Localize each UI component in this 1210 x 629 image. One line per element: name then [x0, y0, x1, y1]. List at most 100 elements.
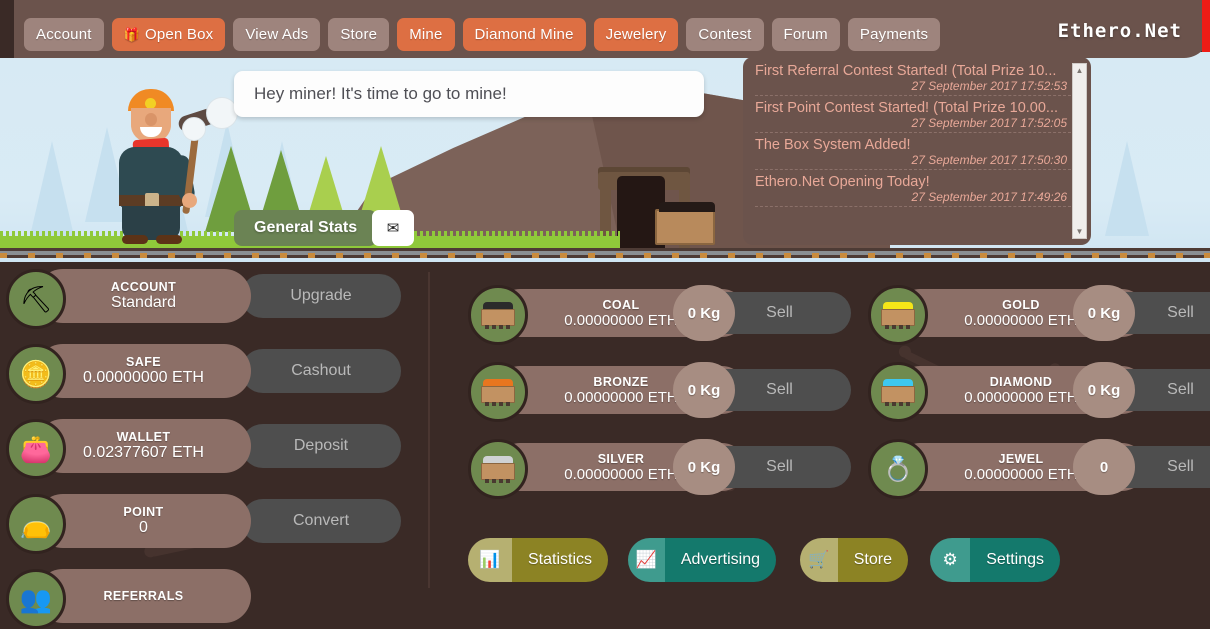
scroll-down-icon[interactable]: ▼: [1073, 225, 1086, 238]
nav-item-diamond-mine[interactable]: Diamond Mine: [462, 18, 586, 51]
news-item-title[interactable]: The Box System Added!: [755, 137, 1071, 153]
sidebar-row-account: Upgrade ACCOUNT Standard ⛏: [6, 269, 401, 329]
news-scrollbar[interactable]: ▲ ▼: [1072, 63, 1087, 239]
resource-card-diamond: Sell DIAMOND 0.00000000 ETH 0 Kg: [868, 362, 1210, 422]
nav-item-label: Payments: [859, 26, 929, 43]
general-stats-label: General Stats: [254, 219, 358, 236]
sidebar-row-value: 0: [139, 519, 148, 536]
nav-item-open-box[interactable]: 🎁 Open Box: [111, 18, 226, 51]
speech-bubble-text: Hey miner! It's time to go to mine!: [254, 84, 507, 103]
miner-boot: [122, 235, 148, 244]
news-item-date: 27 September 2017 17:52:05: [911, 116, 1067, 130]
sidebar-row-wallet: Deposit WALLET 0.02377607 ETH 👛: [6, 419, 401, 479]
red-edge-strip: [1202, 0, 1210, 52]
sidebar-row-label: POINT: [123, 505, 164, 519]
snowball: [182, 117, 206, 141]
sidebar-row-referrals: REFERRALS 👥: [6, 569, 401, 629]
news-item[interactable]: Ethero.Net Opening Today! 27 September 20…: [755, 174, 1071, 207]
sidebar-action-upgrade[interactable]: Upgrade: [241, 274, 401, 318]
resource-amount: 0.00000000 ETH: [964, 311, 1078, 329]
news-item[interactable]: First Point Contest Started! (Total Priz…: [755, 100, 1071, 133]
resource-card-bronze: Sell BRONZE 0.00000000 ETH 0 Kg: [468, 362, 853, 422]
main-nav: Account 🎁 Open Box View Ads Store Mine Diamond…: [24, 18, 941, 51]
action-button-advertising[interactable]: 📈 Advertising: [628, 538, 776, 582]
gold-cart-icon: [868, 285, 928, 345]
coal-cart-icon: [468, 285, 528, 345]
sidebar-action-convert[interactable]: Convert: [241, 499, 401, 543]
chart-line-icon: 📈: [628, 538, 665, 582]
nav-item-contest[interactable]: Contest: [686, 18, 764, 51]
nav-item-store[interactable]: Store: [328, 18, 390, 51]
action-button-statistics[interactable]: 📊 Statistics: [468, 538, 608, 582]
sidebar-action-deposit[interactable]: Deposit: [241, 424, 401, 468]
news-panel: First Referral Contest Started! (Total P…: [743, 57, 1091, 245]
nav-item-label: Store: [340, 26, 378, 43]
nav-item-account[interactable]: Account: [24, 18, 104, 51]
resource-quantity: 0 Kg: [1073, 362, 1135, 418]
nav-item-mine[interactable]: Mine: [397, 18, 455, 51]
cart-icon: 🛒: [800, 538, 838, 582]
resource-amount: 0.00000000 ETH: [964, 388, 1078, 406]
nav-item-payments[interactable]: Payments: [847, 18, 941, 51]
speech-bubble: Hey miner! It's time to go to mine!: [234, 71, 704, 117]
diamond-cart-icon: [868, 362, 928, 422]
sidebar-row-point: Convert POINT 0 👝: [6, 494, 401, 554]
action-button-label: Statistics: [511, 538, 608, 582]
sidebar-info-pill: REFERRALS: [36, 569, 251, 623]
resource-quantity: 0 Kg: [673, 362, 735, 418]
resource-name: GOLD: [1002, 297, 1040, 312]
purse-icon: 👝: [6, 494, 66, 554]
news-item[interactable]: The Box System Added! 27 September 2017 1…: [755, 137, 1071, 170]
resource-card-jewel: Sell JEWEL 0.00000000 ETH 0 💍: [868, 439, 1210, 499]
resource-card-gold: Sell GOLD 0.00000000 ETH 0 Kg: [868, 285, 1210, 345]
nav-item-view-ads[interactable]: View Ads: [233, 18, 321, 51]
resource-card-silver: Sell SILVER 0.00000000 ETH 0 Kg: [468, 439, 853, 499]
action-button-label: Store: [837, 538, 908, 582]
news-item[interactable]: First Referral Contest Started! (Total P…: [755, 63, 1071, 96]
news-item-date: 27 September 2017 17:50:30: [911, 153, 1067, 167]
nav-item-jewelery[interactable]: Jewelery: [593, 18, 679, 51]
general-stats-button[interactable]: General Stats: [234, 210, 378, 246]
nav-item-forum[interactable]: Forum: [771, 18, 840, 51]
news-item-title[interactable]: First Referral Contest Started! (Total P…: [755, 63, 1071, 79]
sidebar-row-label: WALLET: [116, 430, 171, 444]
envelope-icon[interactable]: ✉: [372, 210, 414, 246]
gift-icon: 🎁: [123, 27, 140, 42]
background-tree: [1105, 141, 1149, 236]
resource-name: DIAMOND: [989, 374, 1053, 389]
sidebar-action-cashout[interactable]: Cashout: [241, 349, 401, 393]
news-list[interactable]: First Referral Contest Started! (Total P…: [755, 63, 1071, 239]
news-item-title[interactable]: Ethero.Net Opening Today!: [755, 174, 1071, 190]
miner-hand: [182, 193, 197, 208]
resource-name: COAL: [602, 297, 640, 312]
column-divider: [428, 272, 430, 588]
mine-rails: [0, 248, 1210, 258]
miner-nose: [145, 113, 157, 126]
scroll-up-icon[interactable]: ▲: [1073, 64, 1086, 77]
resource-card-coal: Sell COAL 0.00000000 ETH 0 Kg: [468, 285, 853, 345]
nav-item-label: Forum: [783, 26, 828, 43]
action-button-settings[interactable]: ⚙ Settings: [930, 538, 1060, 582]
action-button-store[interactable]: 🛒 Store: [800, 538, 908, 582]
resource-quantity: 0 Kg: [1073, 285, 1135, 341]
silver-cart-icon: [468, 439, 528, 499]
sidebar-row-value: 0.00000000 ETH: [83, 369, 204, 386]
news-item-title[interactable]: First Point Contest Started! (Total Priz…: [755, 100, 1071, 116]
sidebar-info-pill: POINT 0: [36, 494, 251, 548]
miner-belt: [119, 193, 183, 208]
nav-item-label: Mine: [409, 26, 443, 43]
resource-amount: 0.00000000 ETH: [564, 465, 678, 483]
sidebar-row-value: 0.02377607 ETH: [83, 444, 204, 461]
resource-name: BRONZE: [593, 374, 649, 389]
nav-item-label: Contest: [698, 26, 752, 43]
miner-character: [100, 89, 226, 244]
site-brand: Ethero.Net: [1057, 20, 1182, 42]
nav-item-label: Jewelery: [605, 26, 667, 43]
pickaxe-icon: ⛏: [6, 269, 66, 329]
resource-amount: 0.00000000 ETH: [964, 465, 1078, 483]
action-button-label: Advertising: [664, 538, 776, 582]
resource-quantity: 0: [1073, 439, 1135, 495]
resource-amount: 0.00000000 ETH: [564, 311, 678, 329]
nav-item-label: Diamond Mine: [474, 26, 574, 43]
news-item-date: 27 September 2017 17:49:26: [911, 190, 1067, 204]
